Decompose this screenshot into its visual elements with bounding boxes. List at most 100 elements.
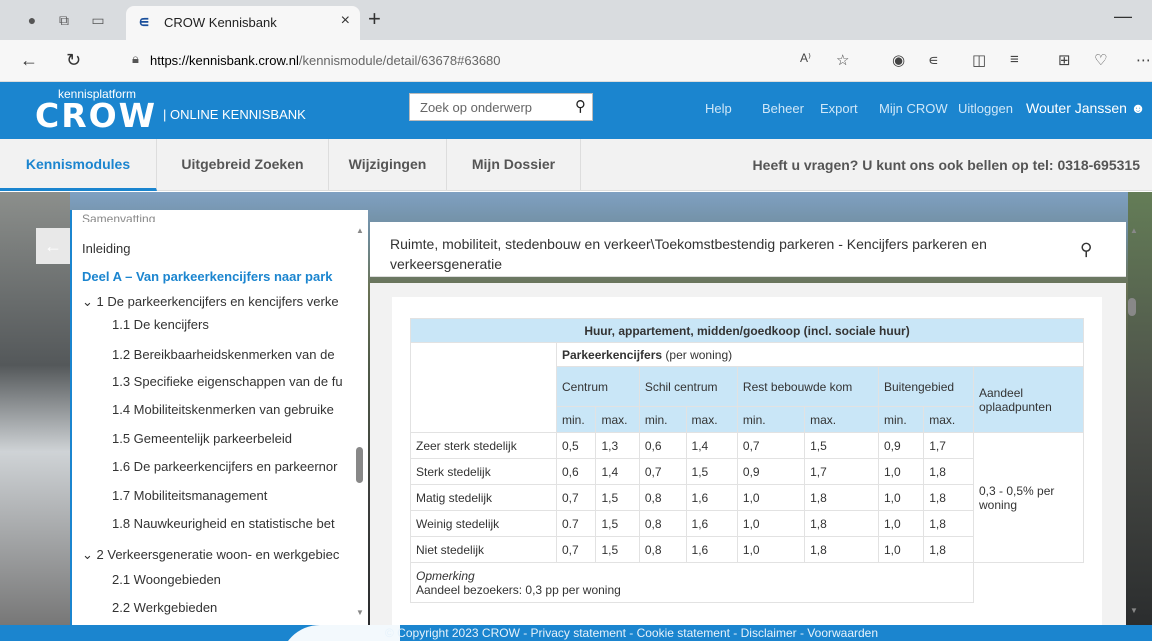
sidebar-item-samenvatting[interactable]: Samenvatting [82, 212, 155, 222]
row-label: Weinig stedelijk [410, 510, 557, 537]
sidebar-item-2-2[interactable]: 2.2 Werkgebieden [112, 600, 217, 615]
read-aloud-icon[interactable]: A⁾ [800, 51, 811, 65]
sidebar-item-chapter-1[interactable]: ⌄ 1 De parkeerkencijfers en kencijfers v… [82, 294, 339, 310]
table-cell: 1,8 [923, 510, 974, 537]
table-cell: 1,5 [595, 510, 640, 537]
table-cell: 1,8 [923, 458, 974, 485]
browser-tab-bar: ● ⧉ ▭ ∊ CROW Kennisbank × + — [0, 0, 1152, 40]
nav-wijzigingen[interactable]: Wijzigingen [329, 139, 447, 191]
profile-icon[interactable]: ● [22, 10, 42, 30]
background-photo-right [1128, 192, 1152, 625]
table-cell: 0,9 [736, 458, 806, 485]
sidebar-scroll-up-icon[interactable]: ▲ [356, 226, 364, 235]
export-link[interactable]: Export [820, 101, 858, 116]
refresh-icon[interactable]: ↻ [66, 50, 81, 71]
table-cell: 0,7 [555, 484, 597, 511]
min-header: min. [555, 406, 597, 433]
note-title: Opmerking [416, 568, 475, 583]
note-text: Aandeel bezoekers: 0,3 pp per woning [416, 582, 621, 597]
sidebar-item-1-8[interactable]: 1.8 Nauwkeurigheid en statistische bet [112, 516, 335, 531]
browser-essentials-icon[interactable]: ♡ [1094, 51, 1107, 69]
more-options-icon[interactable]: ⋯ [1136, 51, 1151, 69]
split-screen-icon[interactable]: ◫ [972, 51, 986, 69]
user-menu[interactable]: Wouter Janssen ☻ [1026, 100, 1146, 116]
beheer-link[interactable]: Beheer [762, 101, 804, 116]
tab-actions-icon[interactable]: ▭ [88, 10, 108, 30]
table-cell: 0,8 [638, 536, 687, 563]
table-cell: 1,4 [685, 432, 738, 459]
topic-search-input[interactable] [410, 94, 566, 120]
table-cell: 1,5 [595, 484, 640, 511]
sidebar-item-inleiding[interactable]: Inleiding [82, 241, 130, 256]
table-note: Opmerking Aandeel bezoekers: 0,3 pp per … [410, 562, 974, 603]
sidebar-item-1-7[interactable]: 1.7 Mobiliteitsmanagement [112, 488, 267, 503]
max-header: max. [923, 406, 974, 433]
sidebar-item-2-1[interactable]: 2.1 Woongebieden [112, 572, 221, 587]
table-row: Zeer sterk stedelijk 0,5 1,3 0,6 1,4 0,7… [410, 432, 1084, 563]
content-scroll-up-icon[interactable]: ▲ [1130, 226, 1138, 235]
copilot-icon[interactable]: ∊ [928, 51, 939, 69]
address-bar: ← ↻ 🔒︎ https://kennisbank.crow.nl/kennis… [0, 40, 1152, 82]
table-cell: 1,3 [595, 432, 640, 459]
chevron-down-icon: ⌄ [82, 547, 93, 562]
extension-icon[interactable]: ◉ [892, 51, 905, 69]
sidebar-scroll-down-icon[interactable]: ▼ [356, 608, 364, 617]
content-header: Ruimte, mobiliteit, stedenbouw en verkee… [370, 222, 1126, 277]
table-cell: 1,0 [736, 536, 806, 563]
zone-header-schil-centrum: Schil centrum [638, 366, 738, 407]
minimize-button[interactable]: — [1114, 6, 1132, 27]
new-tab-button[interactable]: + [368, 6, 381, 32]
sidebar-item-1-4[interactable]: 1.4 Mobiliteitskenmerken van gebruike [112, 402, 334, 417]
table-cell: 0,7 [638, 458, 687, 485]
sidebar-item-1-6[interactable]: 1.6 De parkeerkencijfers en parkeernor [112, 459, 337, 474]
sidebar-item-1-5[interactable]: 1.5 Gemeentelijk parkeerbeleid [112, 431, 292, 446]
favorite-star-icon[interactable]: ☆ [836, 51, 849, 69]
back-arrow-icon[interactable]: ← [20, 50, 38, 71]
content-search-icon[interactable]: ⚲ [1080, 240, 1092, 260]
help-link[interactable]: Help [705, 101, 732, 116]
table-cell: 1,0 [877, 536, 925, 563]
footer-links[interactable]: © Copyright 2023 CROW - Privacy statemen… [385, 626, 878, 640]
site-section-title: | ONLINE KENNISBANK [163, 107, 306, 122]
collections-icon[interactable]: ⊞ [1058, 51, 1071, 69]
nav-mijn-dossier[interactable]: Mijn Dossier [447, 139, 581, 191]
table-cell: 0,7 [736, 432, 806, 459]
row-label: Niet stedelijk [410, 536, 557, 563]
table-cell: 1,6 [685, 536, 738, 563]
sidebar-item-1-1[interactable]: 1.1 De kencijfers [112, 317, 209, 332]
parking-ratios-table: Huur, appartement, midden/goedkoop (incl… [410, 318, 1084, 603]
content-scrollbar-thumb[interactable] [1128, 298, 1136, 316]
table-cell: 1,8 [923, 536, 974, 563]
row-label: Matig stedelijk [410, 484, 557, 511]
table-cell: 0,6 [555, 458, 597, 485]
workspaces-icon[interactable]: ⧉ [54, 10, 74, 30]
browser-tab[interactable]: ∊ CROW Kennisbank × [126, 6, 360, 40]
site-header: kennisplatform CROW | ONLINE KENNISBANK … [0, 82, 1152, 139]
max-header: max. [804, 406, 879, 433]
mijn-crow-link[interactable]: Mijn CROW [879, 101, 948, 116]
sidebar-item-1-3[interactable]: 1.3 Specifieke eigenschappen van de fu [112, 374, 343, 389]
tab-close-icon[interactable]: × [341, 12, 350, 30]
sidebar-item-chapter-2[interactable]: ⌄ 2 Verkeersgeneratie woon- en werkgebie… [82, 547, 339, 563]
table-cell: 0,8 [638, 484, 687, 511]
table-cell: 1,7 [804, 458, 879, 485]
uitloggen-link[interactable]: Uitloggen [958, 101, 1013, 116]
search-icon[interactable]: ⚲ [575, 97, 586, 115]
content-scroll-down-icon[interactable]: ▼ [1130, 606, 1138, 615]
zone-header-buitengebied: Buitengebied [877, 366, 975, 407]
sidebar-scrollbar-thumb[interactable] [356, 447, 363, 483]
url-field[interactable]: 🔒︎ https://kennisbank.crow.nl/kennismodu… [128, 47, 844, 75]
crow-favicon-icon: ∊ [138, 14, 150, 31]
crow-logo[interactable]: CROW [35, 98, 157, 134]
sidebar-item-1-2[interactable]: 1.2 Bereikbaarheidskenmerken van de [112, 347, 335, 362]
sidebar-collapse-arrow-icon[interactable]: ← [36, 228, 70, 264]
favorites-list-icon[interactable]: ≡ [1010, 51, 1019, 68]
content-title: Ruimte, mobiliteit, stedenbouw en verkee… [390, 236, 987, 272]
table-cell: 0,8 [638, 510, 687, 537]
table-cell: 1,0 [877, 510, 925, 537]
sidebar-item-deel-a[interactable]: Deel A – Van parkeerkencijfers naar park [82, 269, 333, 284]
nav-uitgebreid-zoeken[interactable]: Uitgebreid Zoeken [157, 139, 329, 191]
table-cell: 1,8 [804, 536, 879, 563]
table-cell: 1,6 [685, 510, 738, 537]
nav-kennismodules[interactable]: Kennismodules [0, 139, 157, 191]
